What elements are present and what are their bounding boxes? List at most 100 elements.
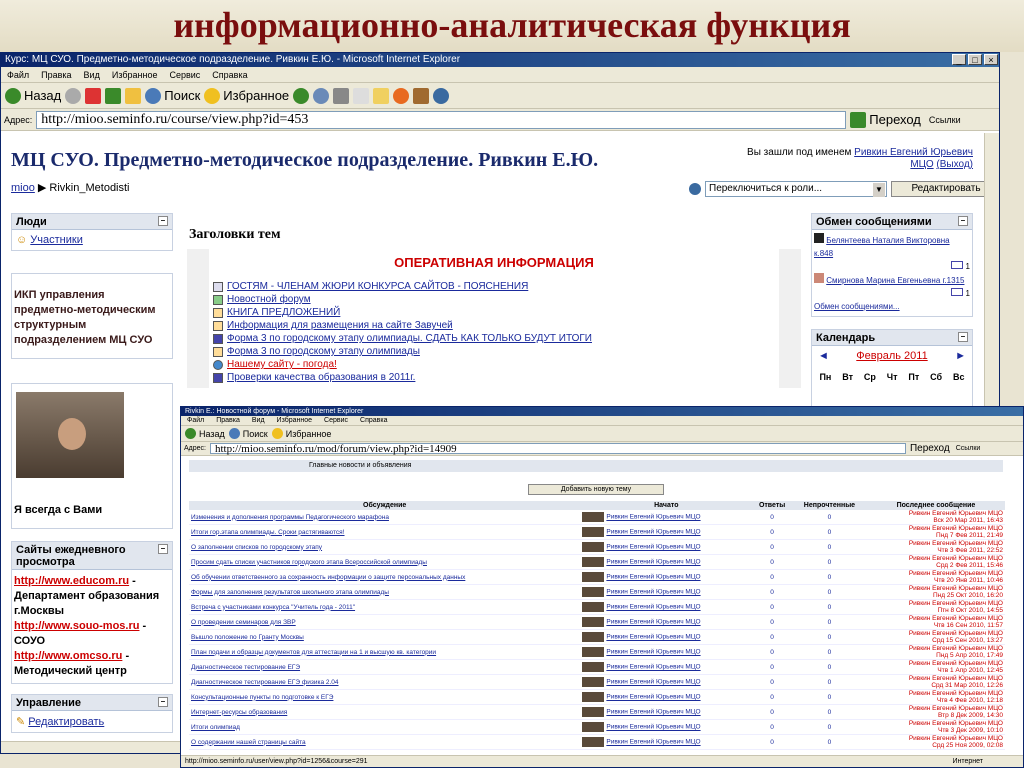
refresh-button[interactable]: [105, 87, 122, 104]
author-cell[interactable]: Ривкин Евгений Юрьевич МЦО: [580, 719, 753, 735]
collapse-icon[interactable]: –: [158, 216, 168, 226]
author-cell[interactable]: Ривкин Евгений Юрьевич МЦО: [580, 524, 753, 540]
author-cell[interactable]: Ривкин Евгений Юрьевич МЦО: [580, 614, 753, 630]
topic-link[interactable]: Об обучении ответственного за сохранност…: [189, 569, 581, 585]
edit-button[interactable]: Редактировать: [891, 181, 985, 197]
col-discussion[interactable]: Обсуждение: [189, 501, 581, 510]
message-user-2[interactable]: Смирнова Марина Евгеньевна г.1315: [826, 276, 964, 285]
table-row[interactable]: Консультационные пункты по подготовке к …: [189, 689, 1005, 705]
logout-link[interactable]: (Выход): [936, 159, 973, 170]
breadcrumb-home[interactable]: mioo: [11, 182, 35, 194]
calendar-month[interactable]: Февраль 2011: [856, 350, 927, 362]
role-select[interactable]: Переключиться к роли...: [705, 181, 887, 197]
last-post[interactable]: Ривкин Евгений Юрьевич МЦО Срд 31 Мар 201…: [866, 674, 1005, 690]
mail-button[interactable]: [313, 87, 330, 104]
back-button[interactable]: Назад: [185, 428, 225, 439]
links-button[interactable]: Ссылки: [956, 445, 981, 452]
search-button[interactable]: Поиск: [228, 428, 268, 439]
author-cell[interactable]: Ривкин Евгений Юрьевич МЦО: [580, 704, 753, 720]
topic-link[interactable]: План подачи и образцы документов для атт…: [189, 644, 581, 660]
research-button[interactable]: [413, 87, 430, 104]
resource-item[interactable]: ГОСТЯМ - ЧЛЕНАМ ЖЮРИ КОНКУРСА САЙТОВ - П…: [213, 280, 779, 293]
topic-link[interactable]: Итоги олимпиад: [189, 719, 581, 735]
replies-count[interactable]: 0: [752, 704, 792, 720]
topic-link[interactable]: Диагностическое тестирование ЕГЭ: [189, 659, 581, 675]
site-link-omcso[interactable]: http://www.omcso.ru: [14, 650, 122, 662]
last-post[interactable]: Ривкин Евгений Юрьевич МЦО Срд 15 Сен 201…: [866, 629, 1005, 645]
replies-count[interactable]: 0: [752, 614, 792, 630]
last-post[interactable]: Ривкин Евгений Юрьевич МЦО Пнд 5 Апр 2010…: [866, 644, 1005, 660]
favorites-button[interactable]: Избранное: [271, 428, 331, 439]
menu-file[interactable]: Файл: [187, 417, 204, 424]
resource-item[interactable]: Форма 3 по городскому этапу олимпиады: [213, 345, 779, 358]
prev-month-arrow[interactable]: ◄: [818, 350, 829, 362]
author-cell[interactable]: Ривкин Евгений Юрьевич МЦО: [580, 539, 753, 555]
table-row[interactable]: Изменения и дополнения программы Педагог…: [189, 510, 1005, 525]
topic-link[interactable]: О заполнении списков по городскому этапу: [189, 539, 581, 555]
go-button[interactable]: Переход: [850, 111, 921, 128]
table-row[interactable]: Об обучении ответственного за сохранност…: [189, 569, 1005, 585]
table-row[interactable]: Итоги гор.этапа олимпиады. Сроки растяги…: [189, 524, 1005, 540]
replies-count[interactable]: 0: [752, 629, 792, 645]
messages-link[interactable]: Обмен сообщениями...: [814, 302, 900, 311]
history-button[interactable]: [293, 87, 310, 104]
help-icon[interactable]: [689, 183, 701, 195]
author-cell[interactable]: Ривкин Евгений Юрьевич МЦО: [580, 569, 753, 585]
messenger-button[interactable]: [393, 87, 410, 104]
table-row[interactable]: О содержании нашей страницы сайта Ривкин …: [189, 734, 1005, 750]
last-post[interactable]: Ривкин Евгений Юрьевич МЦО Срд 2 Фев 2011…: [866, 554, 1005, 570]
edit-page-button[interactable]: [353, 87, 370, 104]
manage-edit-link[interactable]: Редактировать: [28, 716, 104, 728]
table-row[interactable]: Диагностическое тестирование ЕГЭ Ривкин Е…: [189, 659, 1005, 675]
collapse-icon[interactable]: –: [958, 216, 968, 226]
col-replies[interactable]: Ответы: [752, 501, 792, 510]
resource-item[interactable]: Нашему сайту - погода!: [213, 358, 779, 371]
menu-edit[interactable]: Правка: [216, 417, 240, 424]
topic-link[interactable]: Консультационные пункты по подготовке к …: [189, 689, 581, 705]
topic-link[interactable]: О проведении семинаров для ЗВР: [189, 614, 581, 630]
topic-link[interactable]: Формы для заполнения результатов школьно…: [189, 584, 581, 600]
table-row[interactable]: Итоги олимпиад Ривкин Евгений Юрьевич МЦО…: [189, 719, 1005, 735]
author-cell[interactable]: Ривкин Евгений Юрьевич МЦО: [580, 584, 753, 600]
author-cell[interactable]: Ривкин Евгений Юрьевич МЦО: [580, 599, 753, 615]
replies-count[interactable]: 0: [752, 524, 792, 540]
last-post[interactable]: Ривкин Евгений Юрьевич МЦО Срд 25 Ноя 200…: [866, 734, 1005, 750]
menu-tools[interactable]: Сервис: [169, 70, 200, 80]
col-last-post[interactable]: Последнее сообщение: [866, 501, 1005, 510]
go-button[interactable]: Переход: [910, 443, 950, 454]
replies-count[interactable]: 0: [752, 689, 792, 705]
close-button[interactable]: ×: [984, 54, 998, 65]
replies-count[interactable]: 0: [752, 659, 792, 675]
topic-link[interactable]: Изменения и дополнения программы Педагог…: [189, 510, 581, 525]
table-row[interactable]: Интернет-ресурсы образования Ривкин Евген…: [189, 704, 1005, 720]
resource-item[interactable]: Проверки качества образования в 2011г.: [213, 371, 779, 384]
discuss-button[interactable]: [433, 87, 450, 104]
favorites-button[interactable]: Избранное: [204, 87, 289, 104]
links-button[interactable]: Ссылки: [929, 115, 961, 125]
replies-count[interactable]: 0: [752, 554, 792, 570]
table-row[interactable]: Формы для заполнения результатов школьно…: [189, 584, 1005, 600]
author-cell[interactable]: Ривкин Евгений Юрьевич МЦО: [580, 629, 753, 645]
replies-count[interactable]: 0: [752, 569, 792, 585]
last-post[interactable]: Ривкин Евгений Юрьевич МЦО Чтв 1 Апр 2010…: [866, 659, 1005, 675]
resource-item[interactable]: Новостной форум: [213, 293, 779, 306]
replies-count[interactable]: 0: [752, 674, 792, 690]
topic-link[interactable]: Вышло положение по Гранту Москвы: [189, 629, 581, 645]
resource-item[interactable]: Информация для размещения на сайте Завуч…: [213, 319, 779, 332]
forward-button[interactable]: [65, 87, 82, 104]
message-user-1[interactable]: Белянтеева Наталия Викторовна к.848: [814, 236, 950, 258]
last-post[interactable]: Ривкин Евгений Юрьевич МЦО Втр 8 Дек 2009…: [866, 704, 1005, 720]
last-post[interactable]: Ривкин Евгений Юрьевич МЦО Пнд 7 Фев 2011…: [866, 524, 1005, 540]
menu-favorites[interactable]: Избранное: [112, 70, 158, 80]
back-button[interactable]: Назад: [5, 87, 61, 104]
topic-link[interactable]: О содержании нашей страницы сайта: [189, 734, 581, 750]
resource-item[interactable]: Форма 3 по городскому этапу олимпиады. С…: [213, 332, 779, 345]
author-cell[interactable]: Ривкин Евгений Юрьевич МЦО: [580, 689, 753, 705]
collapse-icon[interactable]: –: [958, 332, 968, 342]
folder-button[interactable]: [373, 87, 390, 104]
table-row[interactable]: Вышло положение по Гранту Москвы Ривкин Е…: [189, 629, 1005, 645]
table-row[interactable]: О заполнении списков по городскому этапу…: [189, 539, 1005, 555]
address-input[interactable]: http://mioo.seminfo.ru/course/view.php?i…: [36, 110, 847, 129]
author-cell[interactable]: Ривкин Евгений Юрьевич МЦО: [580, 734, 753, 750]
menu-help[interactable]: Справка: [360, 417, 387, 424]
